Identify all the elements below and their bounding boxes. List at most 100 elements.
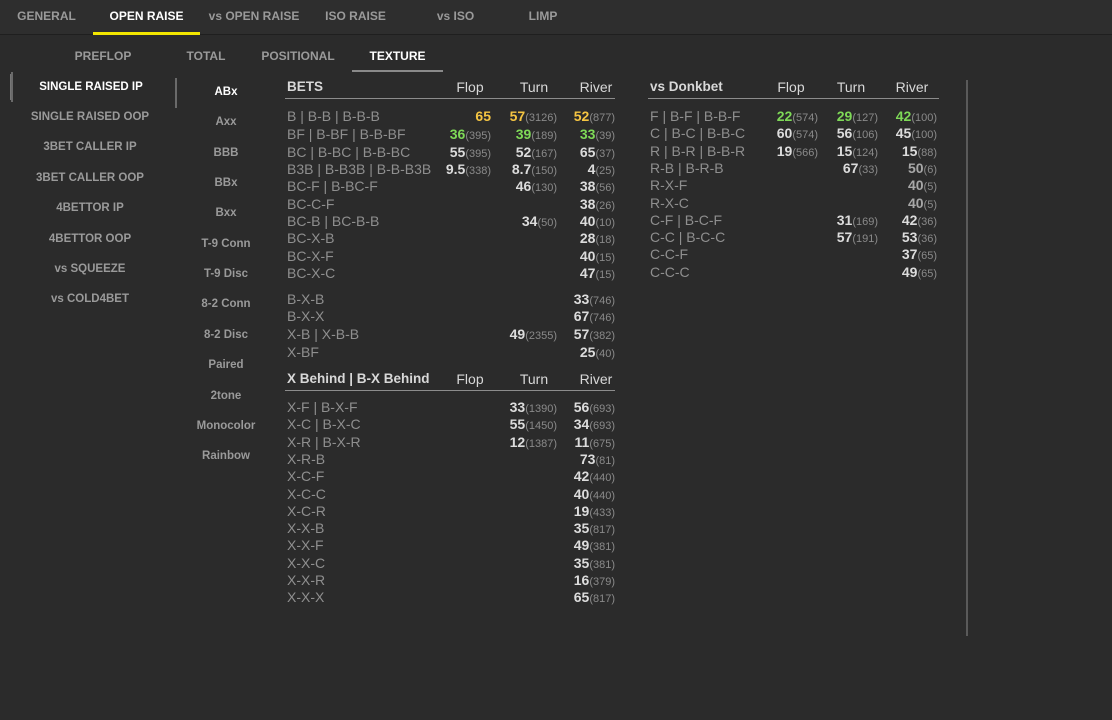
stat-value: 47 <box>579 265 596 281</box>
stat-value: 40 <box>907 177 924 193</box>
bets-row-label: BC-X-C <box>287 265 336 281</box>
sample-count: (88) <box>917 147 937 159</box>
stat-value: 40 <box>573 486 590 502</box>
subtab-total[interactable]: TOTAL <box>176 42 236 72</box>
sample-count: (39) <box>595 130 615 142</box>
situation-item[interactable]: SINGLE RAISED IP <box>10 74 170 100</box>
texture-item[interactable]: T-9 Disc <box>178 261 274 287</box>
stat-value: 40 <box>579 248 596 264</box>
donk-col-header: Flop <box>777 79 805 95</box>
stat-value: 49 <box>573 537 590 553</box>
situation-item[interactable]: 3BET CALLER OOP <box>10 165 170 191</box>
behind-cell-river: 35(817) <box>574 520 615 537</box>
texture-item[interactable]: ABx <box>178 79 274 105</box>
behind-row-label: X-R | B-X-R <box>287 434 361 450</box>
bets-row-label: BC-C-F <box>287 196 335 212</box>
situation-item[interactable]: 4BETTOR IP <box>10 195 170 221</box>
sample-count: (440) <box>589 490 615 502</box>
texture-item[interactable]: Axx <box>178 109 274 135</box>
subtab-positional[interactable]: POSITIONAL <box>254 42 342 72</box>
tab-iso-raise[interactable]: ISO RAISE <box>308 0 403 35</box>
bets-row-label: BC-X-B <box>287 230 335 246</box>
sample-count: (124) <box>852 147 878 159</box>
situation-item[interactable]: 4BETTOR OOP <box>10 226 170 252</box>
situation-item[interactable]: vs COLD4BET <box>10 286 170 312</box>
tab-vs-iso[interactable]: vs ISO <box>403 0 508 35</box>
texture-item[interactable]: Paired <box>178 352 274 378</box>
bets-cell-turn: 49(2355) <box>510 326 557 343</box>
behind-col-header: Turn <box>519 371 549 387</box>
bets-col-header: Turn <box>519 79 549 95</box>
stat-value: 56 <box>836 125 853 141</box>
situation-item[interactable]: vs SQUEEZE <box>10 256 170 282</box>
sample-count: (106) <box>852 129 878 141</box>
bets-cell-turn: 39(189) <box>516 126 557 143</box>
stat-value: 56 <box>573 399 590 415</box>
bets-cell-river: 38(26) <box>580 196 615 213</box>
sample-count: (150) <box>531 165 557 177</box>
subtab-texture[interactable]: TEXTURE <box>352 42 443 72</box>
behind-row-label: X-X-R <box>287 572 326 588</box>
stat-value: 42 <box>895 108 912 124</box>
bets-cell-river: 4(25) <box>588 161 615 178</box>
sample-count: (395) <box>465 148 491 160</box>
sample-count: (18) <box>595 234 615 246</box>
bets-cell-flop: 36(395) <box>450 126 491 143</box>
sample-count: (81) <box>595 455 615 467</box>
behind-cell-river: 40(440) <box>574 486 615 503</box>
bets-cell-river: 25(40) <box>580 344 615 361</box>
texture-item[interactable]: Rainbow <box>178 443 274 469</box>
behind-cell-turn: 12(1387) <box>510 434 557 451</box>
behind-row-label: X-C-R <box>287 503 326 519</box>
active-texture-indicator <box>175 78 177 108</box>
subtab-preflop[interactable]: PREFLOP <box>58 42 148 72</box>
bets-cell-river: 28(18) <box>580 230 615 247</box>
texture-item[interactable]: 2tone <box>178 383 274 409</box>
bets-header-line <box>285 98 615 99</box>
sample-count: (5) <box>923 181 937 193</box>
stat-value: 35 <box>573 520 590 536</box>
sample-count: (379) <box>589 576 615 588</box>
stat-value: 22 <box>776 108 793 124</box>
texture-item[interactable]: T-9 Conn <box>178 231 274 257</box>
stat-value: 38 <box>579 196 596 212</box>
stat-value: 35 <box>573 555 590 571</box>
texture-item[interactable]: 8-2 Conn <box>178 291 274 317</box>
behind-cell-river: 42(440) <box>574 468 615 485</box>
stat-value: 65 <box>475 108 491 124</box>
donk-row-label: R-X-C <box>650 195 689 211</box>
stat-value: 8.7 <box>511 161 532 177</box>
bets-cell-river: 38(56) <box>580 178 615 195</box>
texture-item[interactable]: BBB <box>178 140 274 166</box>
situation-item[interactable]: SINGLE RAISED OOP <box>10 104 170 130</box>
stat-value: 50 <box>907 160 924 176</box>
bets-row-label: BC-F | B-BC-F <box>287 178 378 194</box>
sample-count: (169) <box>852 216 878 228</box>
behind-row-label: X-X-F <box>287 537 324 553</box>
donk-col-header: Turn <box>836 79 866 95</box>
texture-item[interactable]: Bxx <box>178 200 274 226</box>
bets-cell-river: 57(382) <box>574 326 615 343</box>
donk-row-label: C | B-C | B-B-C <box>650 125 746 141</box>
texture-item[interactable]: 8-2 Disc <box>178 322 274 348</box>
donk-cell-turn: 56(106) <box>837 125 878 142</box>
stat-value: 12 <box>509 434 526 450</box>
texture-item[interactable]: Monocolor <box>178 413 274 439</box>
tab-limp[interactable]: LIMP <box>508 0 578 35</box>
bets-row-label: BC | B-BC | B-B-BC <box>287 144 411 160</box>
stat-value: 36 <box>449 126 466 142</box>
tab-open-raise[interactable]: OPEN RAISE <box>93 0 200 35</box>
sample-count: (1387) <box>525 438 557 450</box>
tab-general[interactable]: GENERAL <box>0 0 93 35</box>
sample-count: (574) <box>792 112 818 124</box>
donk-cell-river: 50(6) <box>908 160 937 177</box>
situation-item[interactable]: 3BET CALLER IP <box>10 134 170 160</box>
texture-item[interactable]: BBx <box>178 170 274 196</box>
bets-cell-river: 33(39) <box>580 126 615 143</box>
stat-value: 49 <box>901 264 918 280</box>
donk-cell-river: 40(5) <box>908 177 937 194</box>
sample-count: (100) <box>911 129 937 141</box>
tab-vs-open-raise[interactable]: vs OPEN RAISE <box>200 0 308 35</box>
stat-value: 60 <box>776 125 793 141</box>
donk-row-label: R | B-R | B-B-R <box>650 143 746 159</box>
